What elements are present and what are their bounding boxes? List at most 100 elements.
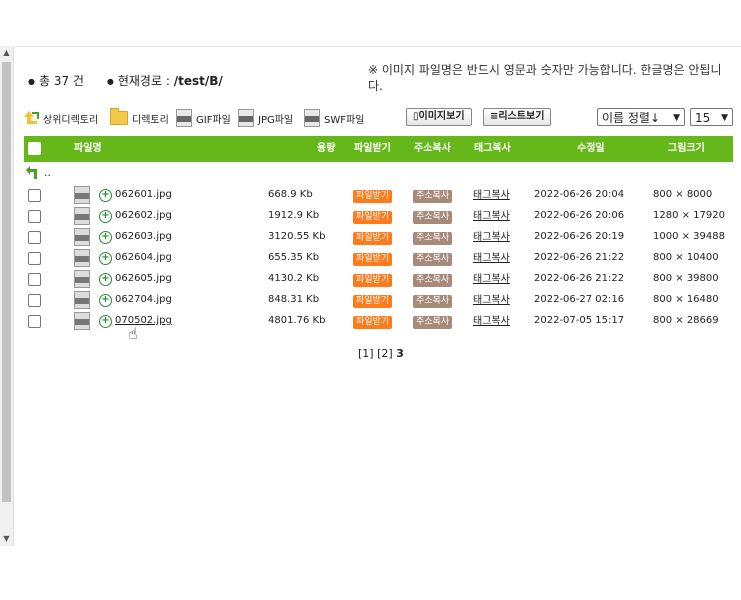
table-row: +062704.jpg 848.31 Kb 파일받기 주소복사 태그복사 2022-06-… [24,289,733,310]
download-button[interactable]: 파일받기 [353,226,393,247]
col-download: 파일받기 [354,143,391,154]
jpg-thumb-icon [74,247,90,268]
file-name[interactable]: 062603.jpg [115,226,172,247]
file-size: 668.9 Kb [268,189,313,200]
zoom-in-icon[interactable]: + [94,226,112,247]
page-link-2[interactable]: [2] [377,347,393,360]
parent-dir-label: 상위디렉토리 [43,114,99,126]
parent-dir-button[interactable]: 상위디렉토리 [24,108,98,128]
copy-address-button[interactable]: 주소복사 [413,268,453,289]
gif-file-icon [176,109,192,127]
table-header: 파일명 용량 파일받기 주소복사 태그복사 수정일 그림크기 [24,136,733,162]
image-view-button[interactable]: ▯이미지보기 [406,108,472,126]
copy-address-button[interactable]: 주소복사 [413,205,453,226]
toolbar: 상위디렉토리 디렉토리 GIF파일 JPG파일 SWF파일 ▯이미지보기 ≡리스… [24,108,734,128]
download-button[interactable]: 파일받기 [353,268,393,289]
page-size-select[interactable]: 15 ▼ [690,108,733,126]
image-view-label: 이미지보기 [418,111,465,122]
select-all-checkbox[interactable] [28,136,41,162]
jpg-thumb-icon [74,268,90,289]
row-checkbox[interactable] [28,268,41,289]
up-arrow-icon [24,110,40,126]
download-button[interactable]: 파일받기 [353,310,393,331]
row-checkbox[interactable] [28,184,41,205]
download-button[interactable]: 파일받기 [353,289,393,310]
bullet-icon: ● [28,77,35,86]
file-size: 1912.9 Kb [268,210,320,221]
table-row: +062601.jpg 668.9 Kb 파일받기 주소복사 태그복사 2022-06-2… [24,184,733,205]
file-size: 4801.76 Kb [268,315,326,326]
list-view-button[interactable]: ≡리스트보기 [483,108,552,126]
page-size-selected: 15 [695,111,711,125]
image-dimensions: 800 × 8000 [653,189,713,200]
directory-label: 디렉토리 [132,114,169,126]
copy-tag-link[interactable]: 태그복사 [473,289,510,311]
directory-button[interactable]: 디렉토리 [110,108,169,128]
copy-tag-link[interactable]: 태그복사 [473,226,510,248]
sort-select[interactable]: 이름 정렬↓ ▼ [597,108,685,126]
copy-address-button[interactable]: 주소복사 [413,226,453,247]
row-checkbox[interactable] [28,226,41,247]
col-addr-copy: 주소복사 [414,143,451,154]
vertical-scrollbar[interactable]: ▲ ▼ [0,46,14,546]
download-button[interactable]: 파일받기 [353,205,393,226]
image-dimensions: 1000 × 39488 [653,231,725,242]
file-name[interactable]: 070502.jpg [115,310,172,331]
page-link-1[interactable]: [1] [358,347,374,360]
summary-bar: ● 총 37 건 ● 현재경로 : /test/B/ [28,72,223,89]
zoom-in-icon[interactable]: + [94,310,112,331]
jpg-filter-button[interactable]: JPG파일 [238,108,293,128]
copy-tag-link[interactable]: 태그복사 [473,247,510,269]
swf-file-icon [304,109,320,127]
copy-address-button[interactable]: 주소복사 [413,247,453,268]
modified-date: 2022-06-26 21:22 [534,273,625,284]
swf-label: SWF파일 [324,114,365,126]
copy-address-button[interactable]: 주소복사 [413,310,453,331]
table-row: +062602.jpg 1912.9 Kb 파일받기 주소복사 태그복사 2022-06-… [24,205,733,226]
modified-date: 2022-06-27 02:16 [534,294,625,305]
file-name[interactable]: 062601.jpg [115,184,172,205]
modified-date: 2022-06-26 20:19 [534,231,625,242]
file-name[interactable]: 062605.jpg [115,268,172,289]
zoom-in-icon[interactable]: + [94,205,112,226]
pagination: [1] [2] 3 [358,347,404,360]
gif-filter-button[interactable]: GIF파일 [176,108,231,128]
scroll-up-icon[interactable]: ▲ [0,46,13,60]
file-name[interactable]: 062604.jpg [115,247,172,268]
copy-tag-link[interactable]: 태그복사 [473,184,510,206]
scroll-thumb[interactable] [2,62,11,502]
copy-address-button[interactable]: 주소복사 [413,184,453,205]
modified-date: 2022-06-26 20:06 [534,210,625,221]
parent-arrow-icon [26,166,42,184]
file-size: 3120.55 Kb [268,231,326,242]
row-checkbox[interactable] [28,289,41,310]
total-count: 총 37 건 [38,74,84,88]
file-name[interactable]: 062704.jpg [115,289,172,310]
image-dimensions: 800 × 28669 [653,315,719,326]
copy-tag-link[interactable]: 태그복사 [473,205,510,227]
chevron-down-icon: ▼ [673,113,680,123]
zoom-in-icon[interactable]: + [94,289,112,310]
zoom-in-icon[interactable]: + [94,184,112,205]
image-dimensions: 1280 × 17920 [653,210,725,221]
download-button[interactable]: 파일받기 [353,247,393,268]
swf-filter-button[interactable]: SWF파일 [304,108,364,128]
col-image-size: 그림크기 [668,143,705,154]
jpg-thumb-icon [74,226,90,247]
copy-tag-link[interactable]: 태그복사 [473,310,510,332]
copy-address-button[interactable]: 주소복사 [413,289,453,310]
parent-label: .. [44,166,51,179]
download-button[interactable]: 파일받기 [353,184,393,205]
row-checkbox[interactable] [28,310,41,331]
gif-label: GIF파일 [196,114,231,126]
row-checkbox[interactable] [28,247,41,268]
scroll-down-icon[interactable]: ▼ [0,532,13,546]
table-row: +062604.jpg 655.35 Kb 파일받기 주소복사 태그복사 2022-06-… [24,247,733,268]
zoom-in-icon[interactable]: + [94,247,112,268]
zoom-in-icon[interactable]: + [94,268,112,289]
file-name[interactable]: 062602.jpg [115,205,172,226]
copy-tag-link[interactable]: 태그복사 [473,268,510,290]
table-row: +062605.jpg 4130.2 Kb 파일받기 주소복사 태그복사 2022-06-… [24,268,733,289]
parent-row[interactable]: .. [24,162,733,184]
row-checkbox[interactable] [28,205,41,226]
